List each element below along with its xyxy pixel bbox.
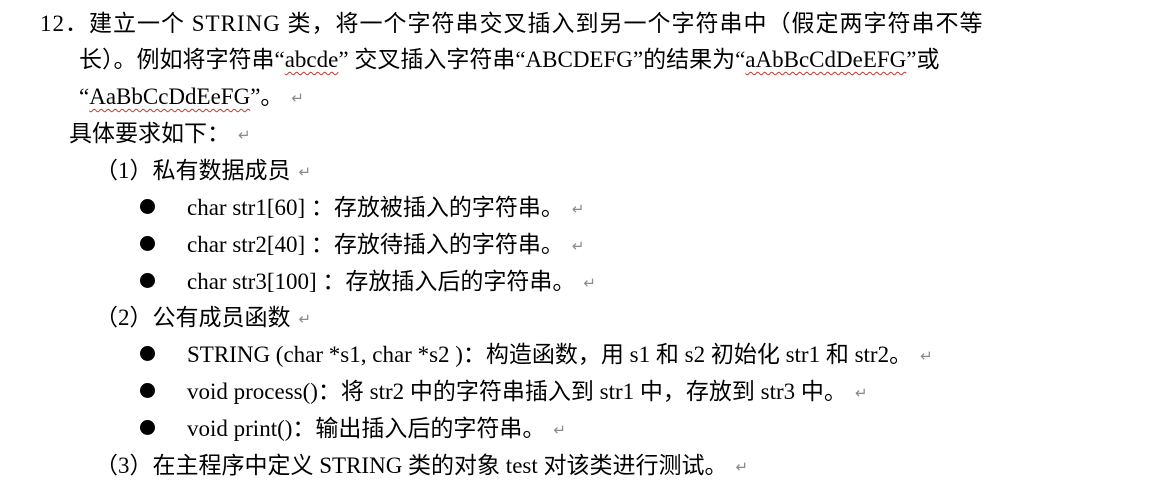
list-item-text: void process()：将 str2 中的字符串插入到 str1 中，存放… <box>187 379 847 404</box>
bullet-icon <box>140 199 155 214</box>
problem-line-1-text: 12．建立一个 STRING 类，将一个字符串交叉插入到另一个字符串中（假定两字… <box>40 11 984 36</box>
paragraph-mark-icon: ↵ <box>920 347 933 365</box>
list-item-text: char str2[40] ：存放待插入的字符串。 <box>187 232 564 257</box>
example-result-string-1: aAbBcCdDeEFG <box>745 47 907 72</box>
paragraph-mark-icon: ↵ <box>298 163 312 181</box>
section-heading-public-functions: （2）公有成员函数 ↵ <box>95 303 311 333</box>
list-item: void process()：将 str2 中的字符串插入到 str1 中，存放… <box>140 377 868 407</box>
list-item-text: char str1[60] ：存放被插入的字符串。 <box>187 195 564 220</box>
paragraph-mark-icon: ↵ <box>571 237 585 255</box>
paragraph-mark-icon: ↵ <box>854 384 868 402</box>
requirements-heading-text: 具体要求如下： <box>69 121 230 146</box>
problem-statement-line-1: 12．建立一个 STRING 类，将一个字符串交叉插入到另一个字符串中（假定两字… <box>40 9 984 39</box>
requirements-heading: 具体要求如下： ↵ <box>69 119 251 149</box>
list-item: char str3[100] ：存放插入后的字符串。 ↵ <box>140 267 596 297</box>
list-item-text: char str3[100] ：存放插入后的字符串。 <box>187 269 576 294</box>
paragraph-mark-icon: ↵ <box>298 310 312 328</box>
section-heading-text: （1）私有数据成员 <box>95 158 291 183</box>
section-heading-text: （2）公有成员函数 <box>95 305 291 330</box>
list-item: STRING (char *s1, char *s2 )：构造函数，用 s1 和… <box>140 340 933 370</box>
paragraph-mark-icon: ↵ <box>553 421 566 439</box>
paragraph-mark-icon: ↵ <box>238 126 251 144</box>
bullet-icon <box>140 273 155 288</box>
paragraph-mark-icon: ↵ <box>735 458 749 476</box>
problem-line-3-prefix: “ <box>79 84 90 109</box>
problem-line-2-prefix: 长）。例如将字符串“ <box>79 47 285 72</box>
bullet-icon <box>140 346 155 361</box>
list-item: char str2[40] ：存放待插入的字符串。 ↵ <box>140 230 584 260</box>
bullet-icon <box>140 420 155 435</box>
section-heading-main-program-test: （3）在主程序中定义 STRING 类的对象 test 对该类进行测试。 ↵ <box>95 451 748 481</box>
problem-statement-line-2: 长）。例如将字符串“abcde” 交叉插入字符串“ABCDEFG”的结果为“aA… <box>79 45 940 75</box>
problem-line-2-middle: ” 交叉插入字符串“ABCDEFG”的结果为“ <box>338 47 746 72</box>
problem-statement-line-3: “AaBbCcDdEeFG”。 ↵ <box>79 82 304 112</box>
paragraph-mark-icon: ↵ <box>291 89 304 107</box>
example-source-string: abcde <box>284 47 339 72</box>
list-item: void print()：输出插入后的字符串。 ↵ <box>140 414 566 444</box>
list-item-text: void print()：输出插入后的字符串。 <box>187 416 546 441</box>
paragraph-mark-icon: ↵ <box>583 274 596 292</box>
example-result-string-2: AaBbCcDdEeFG <box>89 84 251 109</box>
problem-line-3-suffix: ”。 <box>250 84 284 109</box>
section-heading-private-members: （1）私有数据成员 ↵ <box>95 156 311 186</box>
problem-line-2-suffix: ”或 <box>906 47 940 72</box>
list-item-text: STRING (char *s1, char *s2 )：构造函数，用 s1 和… <box>187 342 913 367</box>
section-heading-text: （3）在主程序中定义 STRING 类的对象 test 对该类进行测试。 <box>95 453 728 478</box>
document-page: 12．建立一个 STRING 类，将一个字符串交叉插入到另一个字符串中（假定两字… <box>0 0 1159 490</box>
bullet-icon <box>140 383 155 398</box>
bullet-icon <box>140 236 155 251</box>
list-item: char str1[60] ：存放被插入的字符串。 ↵ <box>140 193 584 223</box>
paragraph-mark-icon: ↵ <box>571 200 585 218</box>
